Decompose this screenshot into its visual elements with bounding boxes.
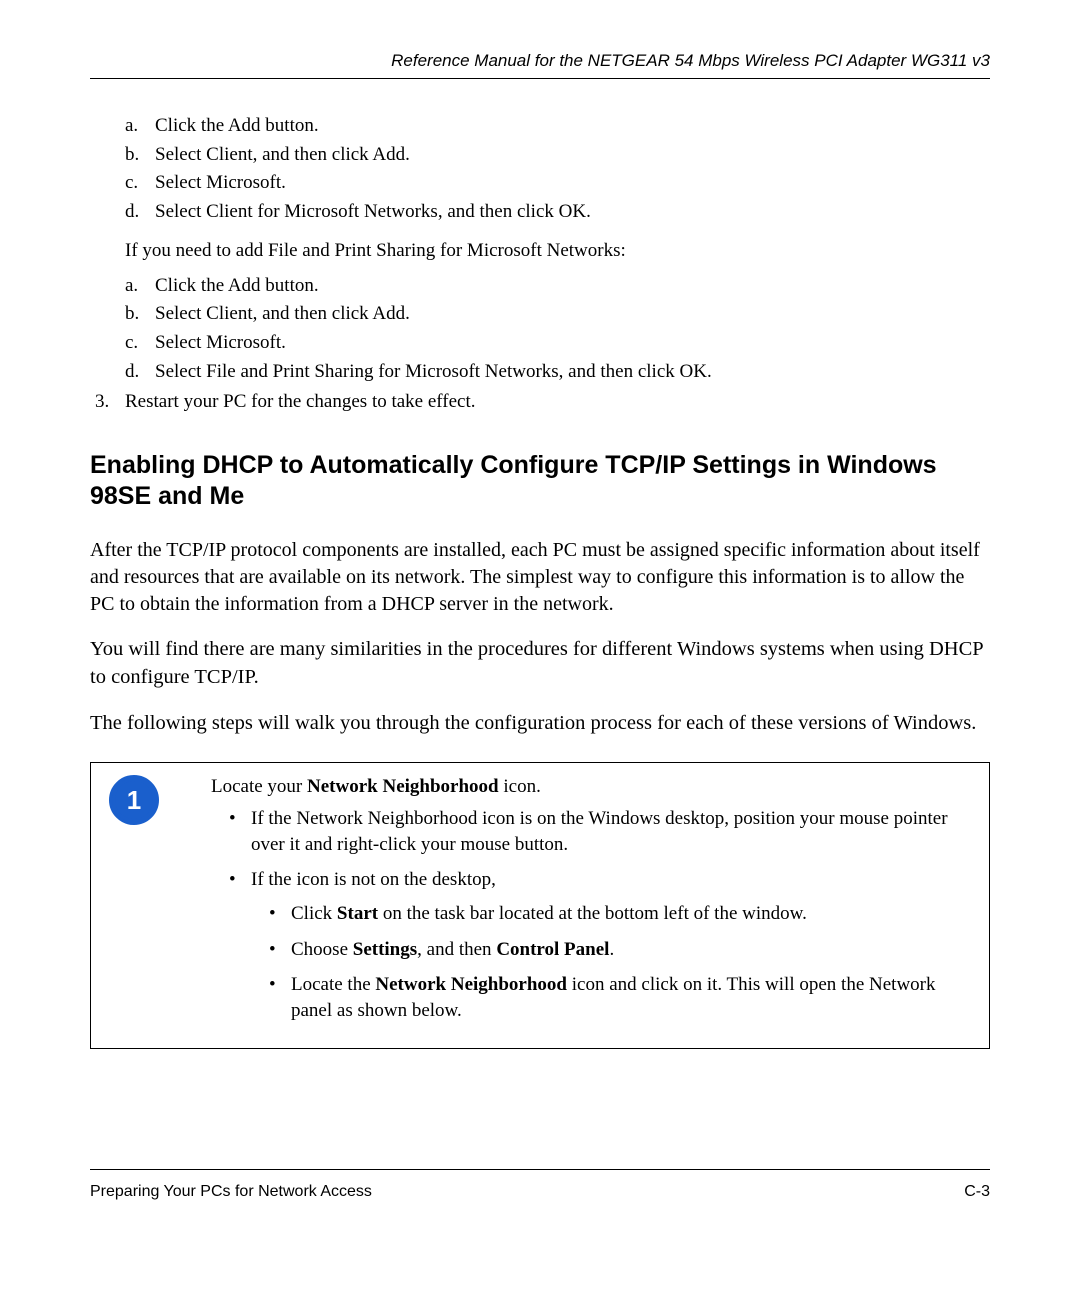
step-sub-bullets: Click Start on the task bar located at t… [251, 901, 971, 1024]
step-badge-cell: 1 [91, 763, 211, 1047]
step-number-badge: 1 [109, 775, 159, 825]
list-item: 3.Restart your PC for the changes to tak… [90, 390, 990, 415]
footer-left: Preparing Your PCs for Network Access [90, 1182, 372, 1203]
list-item: b.Select Client, and then click Add. [90, 143, 990, 168]
header-title: Reference Manual for the NETGEAR 54 Mbps… [391, 51, 990, 70]
body-paragraph: After the TCP/IP protocol components are… [90, 537, 990, 618]
step-intro: Locate your Network Neighborhood icon. [211, 775, 971, 800]
page-footer: Preparing Your PCs for Network Access C-… [90, 1169, 990, 1203]
list-item: d.Select File and Print Sharing for Micr… [90, 360, 990, 385]
list-item: c.Select Microsoft. [90, 331, 990, 356]
list-item: Click Start on the task bar located at t… [251, 901, 971, 927]
step-box: 1 Locate your Network Neighborhood icon.… [90, 762, 990, 1048]
list-item: c.Select Microsoft. [90, 171, 990, 196]
list-item: Locate the Network Neighborhood icon and… [251, 972, 971, 1023]
footer-page-number: C-3 [964, 1182, 990, 1203]
list-item: If the Network Neighborhood icon is on t… [211, 806, 971, 857]
page-header: Reference Manual for the NETGEAR 54 Mbps… [90, 50, 990, 79]
step-bullets: If the Network Neighborhood icon is on t… [211, 806, 971, 1023]
body-paragraph: You will find there are many similaritie… [90, 636, 990, 691]
section-heading: Enabling DHCP to Automatically Configure… [90, 450, 990, 513]
sub-list-2: a.Click the Add button. b.Select Client,… [90, 274, 990, 385]
list-item: a.Click the Add button. [90, 114, 990, 139]
intro-paragraph: If you need to add File and Print Sharin… [125, 239, 990, 264]
list-item: b.Select Client, and then click Add. [90, 302, 990, 327]
list-item: d.Select Client for Microsoft Networks, … [90, 200, 990, 225]
numbered-list: 3.Restart your PC for the changes to tak… [90, 390, 990, 415]
sub-list-1: a.Click the Add button. b.Select Client,… [90, 114, 990, 225]
step-content: Locate your Network Neighborhood icon. I… [211, 763, 989, 1047]
list-item: a.Click the Add button. [90, 274, 990, 299]
list-item: If the icon is not on the desktop, Click… [211, 867, 971, 1023]
list-item: Choose Settings, and then Control Panel. [251, 937, 971, 963]
body-paragraph: The following steps will walk you throug… [90, 710, 990, 738]
